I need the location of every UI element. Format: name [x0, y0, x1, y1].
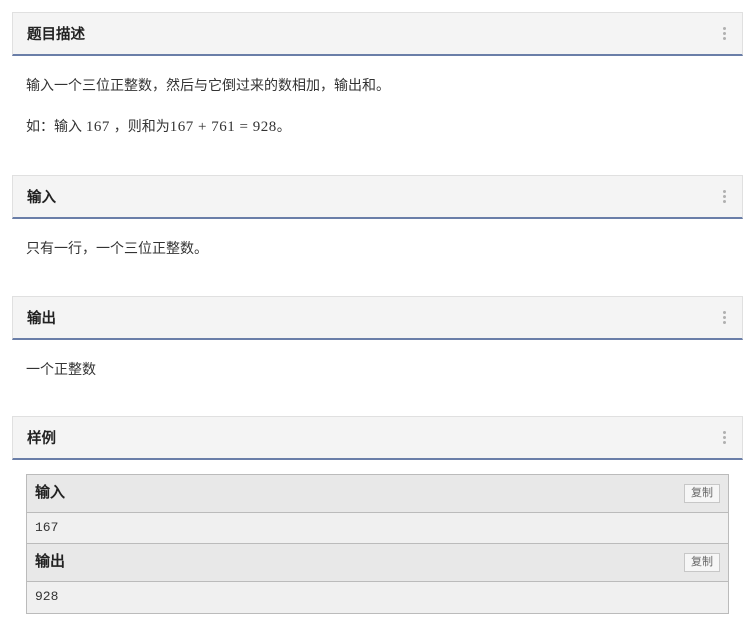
- drag-handle-icon[interactable]: [721, 27, 728, 40]
- section-title: 输出: [27, 307, 56, 328]
- math-expr-b: 167 + 761 = 928: [170, 119, 277, 135]
- drag-handle-icon[interactable]: [721, 311, 728, 324]
- output-text: 一个正整数: [26, 356, 729, 383]
- sample-container: 输入 复制 167 输出 复制 928: [26, 474, 729, 613]
- section-body-input: 只有一行，一个三位正整数。: [12, 219, 743, 284]
- sample-input-label: 输入: [35, 479, 65, 508]
- section-body-sample: 输入 复制 167 输出 复制 928: [12, 460, 743, 613]
- section-title: 输入: [27, 186, 56, 207]
- copy-button[interactable]: 复制: [684, 553, 720, 572]
- input-text: 只有一行，一个三位正整数。: [26, 235, 729, 262]
- math-expr-a: 167: [86, 119, 110, 135]
- section-title: 题目描述: [27, 23, 85, 44]
- sample-input-row: 输入 复制 167: [27, 475, 728, 543]
- section-header-input: 输入: [12, 175, 743, 219]
- drag-handle-icon[interactable]: [721, 190, 728, 203]
- sample-output-header: 输出 复制: [27, 543, 728, 582]
- sample-output-row: 输出 复制 928: [27, 543, 728, 612]
- sample-output-value: 928: [27, 582, 728, 613]
- sample-output-label: 输出: [35, 548, 65, 577]
- section-sample: 样例 输入 复制 167 输出 复制 928: [12, 416, 743, 613]
- copy-button[interactable]: 复制: [684, 484, 720, 503]
- section-header-description: 题目描述: [12, 12, 743, 56]
- section-output: 输出 一个正整数: [12, 296, 743, 405]
- section-body-output: 一个正整数: [12, 340, 743, 405]
- section-description: 题目描述 输入一个三位正整数，然后与它倒过来的数相加，输出和。 如：输入 167…: [12, 12, 743, 163]
- section-body-description: 输入一个三位正整数，然后与它倒过来的数相加，输出和。 如：输入 167 ，则和为…: [12, 56, 743, 163]
- section-input: 输入 只有一行，一个三位正整数。: [12, 175, 743, 284]
- sample-input-header: 输入 复制: [27, 475, 728, 513]
- section-header-output: 输出: [12, 296, 743, 340]
- description-line-1: 输入一个三位正整数，然后与它倒过来的数相加，输出和。: [26, 72, 729, 99]
- sample-input-value: 167: [27, 513, 728, 544]
- section-title: 样例: [27, 427, 56, 448]
- description-line-2: 如：输入 167 ，则和为167 + 761 = 928。: [26, 113, 729, 142]
- drag-handle-icon[interactable]: [721, 431, 728, 444]
- section-header-sample: 样例: [12, 416, 743, 460]
